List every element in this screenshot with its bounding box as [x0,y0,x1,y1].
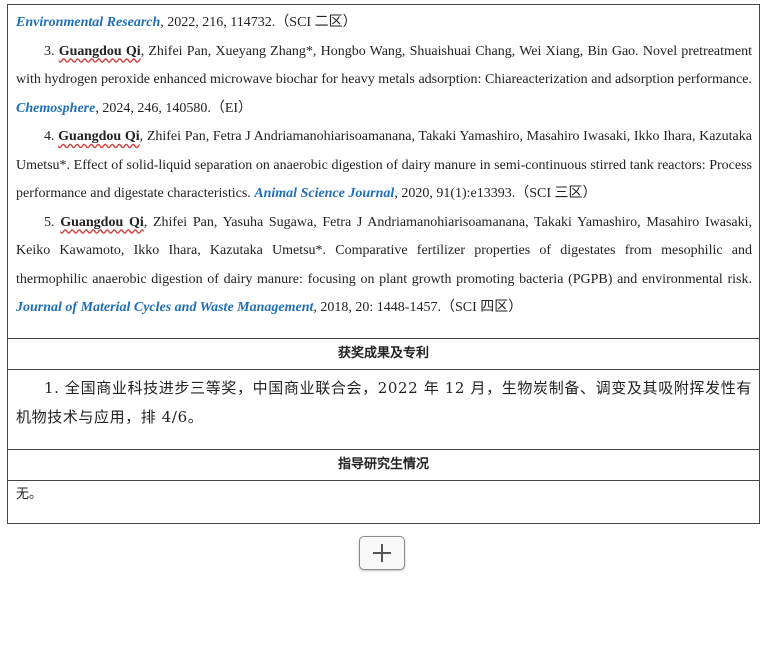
self-author: Guangdou Qi [58,43,141,59]
item-number: 3. [44,43,59,59]
publication-item: 3. Guangdou Qi, Zhifei Pan, Xueyang Zhan… [16,38,752,124]
publication-item: 5. Guangdou Qi, Zhifei Pan, Yasuha Sugaw… [16,209,752,323]
journal-name: Chemosphere [16,100,96,116]
awards-cell[interactable]: 1. 全国商业科技进步三等奖，中国商业联合会，2022 年 12 月，生物炭制备… [8,370,759,450]
journal-name: Journal of Material Cycles and Waste Man… [16,300,314,315]
citation-tail: , 2024, 246, 140580.（EI） [95,100,253,116]
citation-tail: , 2020, 91(1):e13393.（SCI 三区） [394,186,597,201]
item-number: 5. [44,214,61,230]
publication-continued: Environmental Research, 2022, 216, 11473… [16,9,752,38]
students-cell[interactable]: 无。 [8,481,759,523]
award-item: 1. 全国商业科技进步三等奖，中国商业联合会，2022 年 12 月，生物炭制备… [16,379,752,426]
journal-name: Environmental Research [16,15,161,30]
plus-icon [373,544,391,562]
students-content: 无。 [16,487,43,502]
citation-tail: , 2018, 20: 1448-1457.（SCI 四区） [313,300,523,315]
self-author: Guangdou Qi [60,214,144,230]
publication-item: 4. Guangdou Qi, Zhifei Pan, Fetra J Andr… [16,123,752,209]
self-author: Guangdou Qi [58,129,140,144]
citation-tail: , 2022, 216, 114732.（SCI 二区） [160,15,357,30]
add-row-button[interactable] [359,536,405,570]
journal-name: Animal Science Journal [254,186,395,201]
publications-cell[interactable]: Environmental Research, 2022, 216, 11473… [8,5,759,339]
co-authors: , Zhifei Pan, Xueyang Zhang*, Hongbo Wan… [140,43,643,59]
students-heading: 指导研究生情况 [8,450,759,481]
awards-heading: 获奖成果及专利 [8,339,759,370]
item-number: 4. [44,129,59,144]
profile-table: Environmental Research, 2022, 216, 11473… [7,4,760,524]
